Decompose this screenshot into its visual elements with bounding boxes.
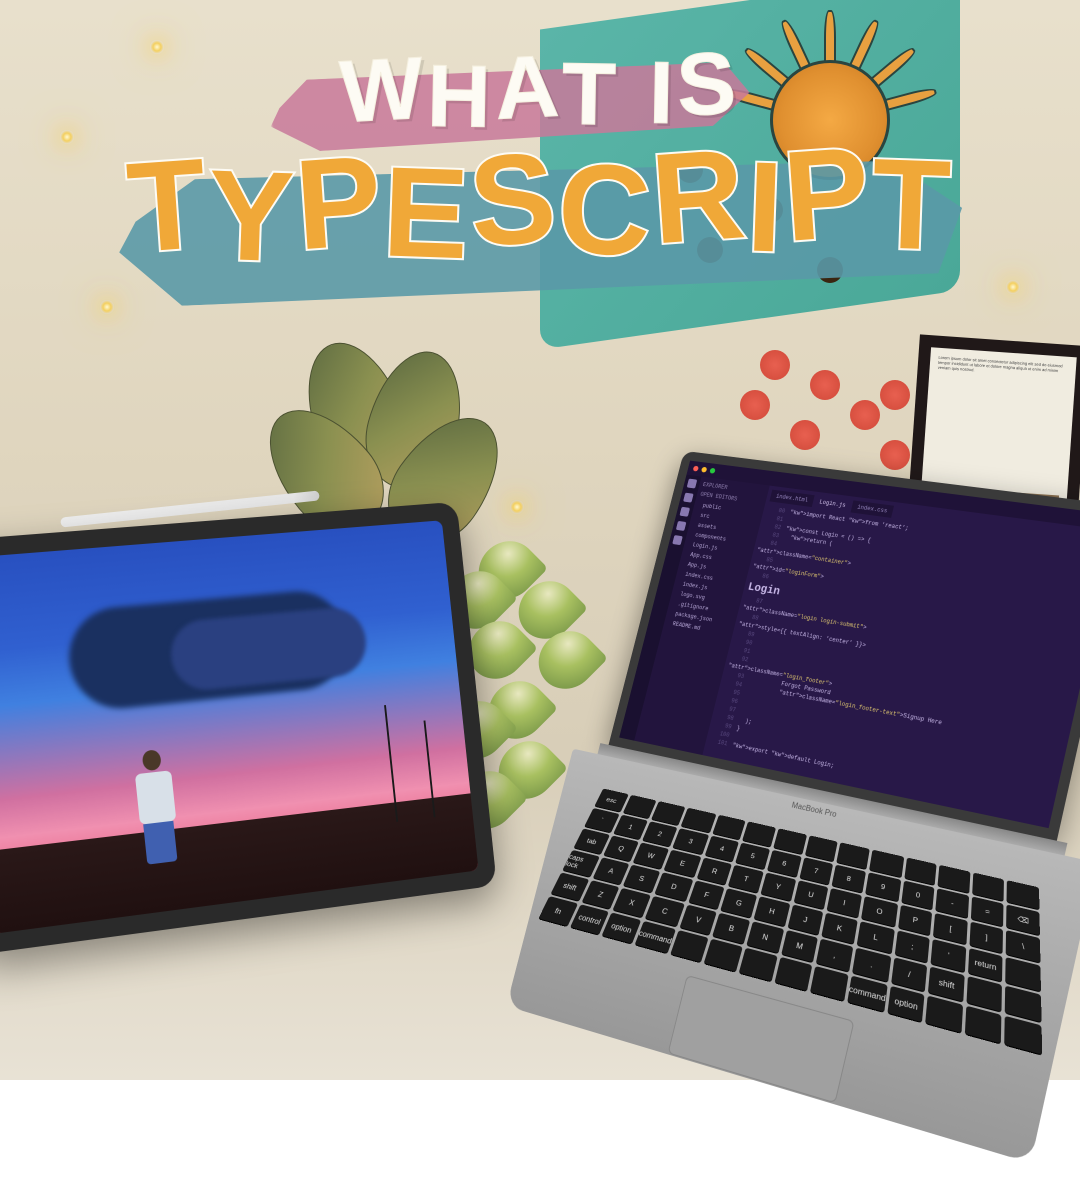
- editor-tab: index.html: [769, 490, 814, 507]
- keyboard-key: F: [688, 880, 725, 909]
- extensions-icon: [672, 535, 683, 545]
- keyboard-key: W: [633, 842, 669, 869]
- keyboard-key: [810, 966, 848, 1001]
- maximize-icon: [709, 468, 715, 474]
- keyboard-key: [670, 930, 709, 962]
- debug-icon: [676, 521, 687, 531]
- keyboard-key: [1005, 1016, 1042, 1055]
- tablet-device: [0, 502, 497, 955]
- keyboard-key: B: [713, 913, 750, 944]
- files-icon: [687, 479, 698, 489]
- keyboard-key: V: [680, 905, 718, 936]
- minimize-icon: [701, 467, 707, 473]
- keyboard-key: 1: [613, 815, 648, 840]
- keyboard-key: [739, 948, 777, 982]
- keyboard-key: [965, 1006, 1002, 1044]
- keyboard-key: option: [602, 912, 641, 943]
- title-line-2: TYPESCRIPT: [89, 124, 991, 287]
- keyboard-key: option: [887, 986, 925, 1022]
- keyboard-key: X: [613, 888, 651, 918]
- title-overlay: WHAT IS TYPESCRIPT: [90, 40, 990, 279]
- keyboard-key: [774, 957, 812, 991]
- tablet-screen: [0, 520, 479, 934]
- keyboard-key: [926, 996, 963, 1033]
- keyboard-key: command: [635, 921, 676, 953]
- search-icon: [683, 493, 694, 503]
- keyboard-key: [704, 939, 743, 972]
- editor-tab: Login.js: [813, 495, 853, 512]
- keyboard-key: esc: [594, 788, 628, 811]
- photo-scene: WHAT IS TYPESCRIPT Lorem ipsum dolor sit…: [0, 0, 1080, 1080]
- editor-tab: index.css: [850, 500, 894, 518]
- keyboard-key: S: [623, 865, 660, 893]
- git-icon: [679, 507, 690, 517]
- close-icon: [693, 466, 699, 472]
- keyboard-key: command: [847, 975, 888, 1011]
